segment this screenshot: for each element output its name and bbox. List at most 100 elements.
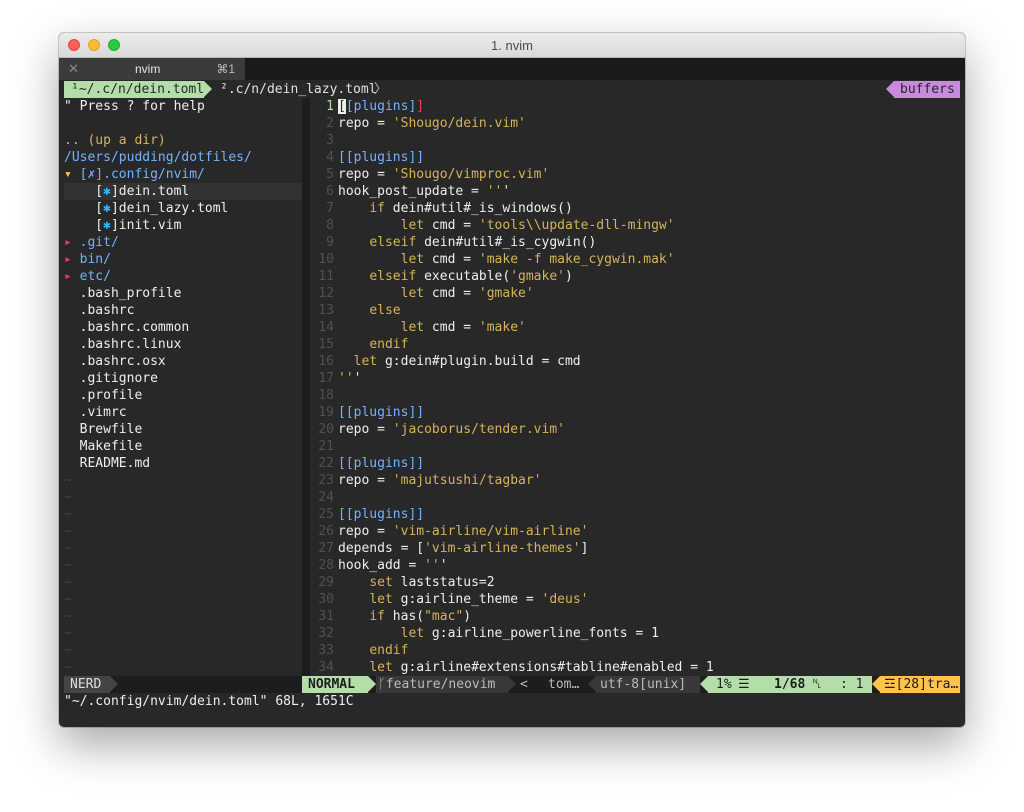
bracket-close: ] xyxy=(110,201,119,216)
line-number: 28 xyxy=(318,558,334,573)
code-line[interactable]: 17 ''' xyxy=(310,370,960,387)
code-line[interactable]: 15 endif xyxy=(310,336,960,353)
scroll-percent: 1% xyxy=(716,677,732,692)
buffer-tab-active[interactable]: ¹~/.c/n/dein.toml xyxy=(64,81,204,98)
code-line[interactable]: 16 let g:dein#plugin.build = cmd xyxy=(310,353,960,370)
buffer-tab-inactive[interactable]: ².c/n/dein_lazy.toml xyxy=(220,81,377,98)
code-line[interactable]: 24 xyxy=(310,489,960,506)
tree-file[interactable]: .bash_profile xyxy=(64,285,302,302)
code-line[interactable]: 27 depends = ['vim-airline-themes'] xyxy=(310,540,960,557)
tree-help[interactable]: " Press ? for help xyxy=(64,98,302,115)
tree-file[interactable]: README.md xyxy=(64,455,302,472)
code-text: [[plugins]] xyxy=(338,507,425,522)
code-line[interactable]: 6 hook_post_update = ''' xyxy=(310,183,960,200)
line-number-icon: ␤ xyxy=(812,677,823,692)
code-line[interactable]: 20 repo = 'jacoborus/tender.vim' xyxy=(310,421,960,438)
tree-empty-line[interactable]: ~ xyxy=(64,659,302,676)
tree-dir[interactable]: ▸ etc/ xyxy=(64,268,302,285)
tree-file[interactable]: .vimrc xyxy=(64,404,302,421)
tree-file[interactable]: .profile xyxy=(64,387,302,404)
split-divider[interactable] xyxy=(302,98,310,676)
tree-file[interactable]: .bashrc.osx xyxy=(64,353,302,370)
tree-empty-line[interactable]: ~ xyxy=(64,574,302,591)
code-line[interactable]: 4 [[plugins]] xyxy=(310,149,960,166)
tilde-marker: ~ xyxy=(64,592,72,607)
code-line[interactable]: 28 hook_add = ''' xyxy=(310,557,960,574)
nerdtree-pane[interactable]: " Press ? for help .. (up a dir) /Users/pu… xyxy=(64,98,302,676)
git-modified-icon: ✱ xyxy=(103,184,111,199)
line-number: 3 xyxy=(326,133,334,148)
code-line[interactable]: 9 elseif dein#util#_is_cygwin() xyxy=(310,234,960,251)
line-number: 21 xyxy=(318,439,334,454)
code-line[interactable]: 21 xyxy=(310,438,960,455)
tree-file[interactable]: .bashrc.common xyxy=(64,319,302,336)
code-line[interactable]: 30 let g:airline_theme = 'deus' xyxy=(310,591,960,608)
line-number: 32 xyxy=(318,626,334,641)
code-line[interactable]: 7 if dein#util#_is_windows() xyxy=(310,200,960,217)
code-line[interactable]: 3 xyxy=(310,132,960,149)
code-line[interactable]: 29 set laststatus=2 xyxy=(310,574,960,591)
bracket-open: [ xyxy=(64,184,104,199)
chevron-right-icon: 〉 xyxy=(374,82,388,97)
code-text: repo = 'vim-airline/vim-airline' xyxy=(338,524,589,539)
tree-file[interactable]: Brewfile xyxy=(64,421,302,438)
status-lt: < xyxy=(520,677,528,692)
triangle-down-icon: ▾ xyxy=(64,167,80,182)
tree-empty-line[interactable]: ~ xyxy=(64,557,302,574)
tree-dir[interactable]: ▸ bin/ xyxy=(64,251,302,268)
code-line[interactable]: 13 else xyxy=(310,302,960,319)
tree-empty-line[interactable]: ~ xyxy=(64,625,302,642)
code-line[interactable]: 10 let cmd = 'make -f make_cygwin.mak' xyxy=(310,251,960,268)
code-line[interactable]: 34 let g:airline#extensions#tabline#enab… xyxy=(310,659,960,676)
code-line[interactable]: 33 endif xyxy=(310,642,960,659)
code-line[interactable]: 11 elseif executable('gmake') xyxy=(310,268,960,285)
close-tab-icon[interactable]: ✕ xyxy=(68,61,79,77)
code-line[interactable]: 5 repo = 'Shougo/vimproc.vim' xyxy=(310,166,960,183)
tree-dir[interactable]: ▸ .git/ xyxy=(64,234,302,251)
tree-empty-line[interactable]: ~ xyxy=(64,642,302,659)
tree-file[interactable]: .gitignore xyxy=(64,370,302,387)
tree-empty-line[interactable]: ~ xyxy=(64,591,302,608)
code-line[interactable]: 23 repo = 'majutsushi/tagbar' xyxy=(310,472,960,489)
code-line[interactable]: 31 if has("mac") xyxy=(310,608,960,625)
tree-up-dir[interactable]: .. (up a dir) xyxy=(64,132,302,149)
tree-empty-line[interactable]: ~ xyxy=(64,523,302,540)
code-line[interactable]: 22 [[plugins]] xyxy=(310,455,960,472)
code-line[interactable]: 12 let cmd = 'gmake' xyxy=(310,285,960,302)
code-line[interactable]: 2 repo = 'Shougo/dein.vim' xyxy=(310,115,960,132)
tree-empty-line[interactable]: ~ xyxy=(64,540,302,557)
tree-file[interactable]: .bashrc xyxy=(64,302,302,319)
tree-file[interactable]: [✱]dein.toml xyxy=(64,183,302,200)
code-text: repo = 'majutsushi/tagbar' xyxy=(338,473,542,488)
code-line[interactable]: 19 [[plugins]] xyxy=(310,404,960,421)
tree-file[interactable]: .bashrc.linux xyxy=(64,336,302,353)
tilde-marker: ~ xyxy=(64,541,72,556)
code-line[interactable]: 8 let cmd = 'tools\\update-dll-mingw' xyxy=(310,217,960,234)
tree-file[interactable]: Makefile xyxy=(64,438,302,455)
line-number: 22 xyxy=(318,456,334,471)
code-text: [[plugins]] xyxy=(338,456,425,471)
tree-root[interactable]: /Users/pudding/dotfiles/ xyxy=(64,149,302,166)
code-line[interactable]: 26 repo = 'vim-airline/vim-airline' xyxy=(310,523,960,540)
code-line[interactable]: 18 xyxy=(310,387,960,404)
tree-dir-config[interactable]: ▾ [✗].config/nvim/ xyxy=(64,166,302,183)
tree-file[interactable]: [✱]init.vim xyxy=(64,217,302,234)
code-line[interactable]: 32 let g:airline_powerline_fonts = 1 xyxy=(310,625,960,642)
tab-nvim[interactable]: ✕ nvim ⌘1 xyxy=(59,58,245,80)
editor-pane[interactable]: 1 [[plugins]] 2 repo = 'Shougo/dein.vim' 3 4[… xyxy=(310,98,960,692)
tree-empty-line[interactable]: ~ xyxy=(64,489,302,506)
code-line[interactable]: 1 [[plugins]] xyxy=(310,98,960,115)
command-line[interactable]: "~/.config/nvim/dein.toml" 68L, 1651C xyxy=(64,693,960,710)
vim-screen[interactable]: ¹~/.c/n/dein.toml ².c/n/dein_lazy.toml 〉… xyxy=(64,81,960,724)
triangle-right-icon: ▸ xyxy=(64,235,80,250)
tree-empty-line[interactable]: ~ xyxy=(64,506,302,523)
cursor-position: 1% ☰ 1/68 ␤ : 1 xyxy=(708,676,872,693)
code-line[interactable]: 25 [[plugins]] xyxy=(310,506,960,523)
code-line[interactable]: 14 let cmd = 'make' xyxy=(310,319,960,336)
branch-name: feature/neovim xyxy=(385,677,496,692)
tree-empty-line[interactable]: ~ xyxy=(64,608,302,625)
tree-file[interactable]: [✱]dein_lazy.toml xyxy=(64,200,302,217)
tree-empty-line[interactable]: ~ xyxy=(64,472,302,489)
tab-shortcut: ⌘1 xyxy=(216,62,235,76)
